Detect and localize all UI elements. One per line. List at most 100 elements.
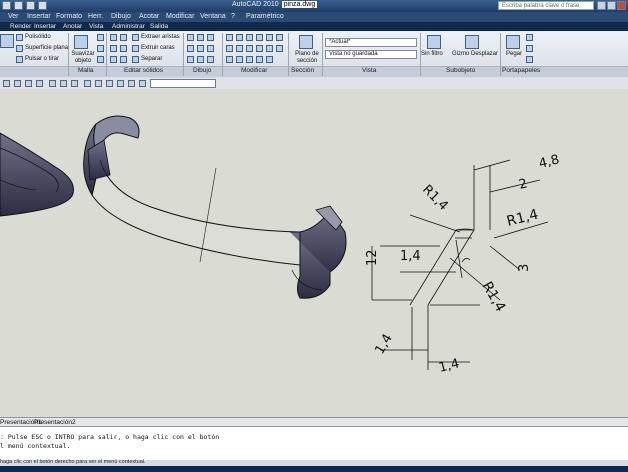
rotate-icon[interactable]	[246, 34, 253, 41]
layer-match-icon[interactable]	[128, 80, 135, 87]
extrude-faces-icon[interactable]	[132, 45, 139, 52]
polysolid-icon[interactable]	[16, 34, 23, 41]
presspull-button[interactable]: Pulsar o tirar	[25, 56, 59, 62]
layer-isolate-icon[interactable]	[36, 80, 43, 87]
layer-walk-icon[interactable]	[139, 80, 146, 87]
layer-previous-icon[interactable]	[25, 80, 32, 87]
3d-rotate-icon[interactable]	[236, 56, 243, 63]
extract-edges-button[interactable]: Extraer aristas	[141, 34, 180, 40]
spline-icon[interactable]	[197, 45, 204, 52]
app-menu-icon[interactable]	[2, 1, 11, 10]
hatch-icon[interactable]	[207, 56, 214, 63]
explode-icon[interactable]	[276, 45, 283, 52]
line-icon[interactable]	[187, 34, 194, 41]
tab-anotar[interactable]: Anotar	[63, 23, 82, 30]
search-input[interactable]: Escriba palabra clave o frase	[498, 1, 594, 10]
filter-icon[interactable]	[427, 35, 441, 49]
menu-herr[interactable]: Herr.	[88, 13, 103, 20]
stretch-icon[interactable]	[256, 45, 263, 52]
extrude-faces-button[interactable]: Extruir caras	[141, 45, 175, 51]
layer-freeze-icon[interactable]	[95, 80, 102, 87]
mesh-refine-icon[interactable]	[97, 45, 104, 52]
match-properties-icon[interactable]	[526, 56, 533, 63]
rectangle-icon[interactable]	[197, 56, 204, 63]
box-solid-icon[interactable]	[0, 34, 14, 48]
array-icon[interactable]	[226, 45, 233, 52]
extract-edges-icon[interactable]	[132, 34, 139, 41]
separate-icon[interactable]	[132, 56, 139, 63]
menu-ver[interactable]: Ver	[8, 13, 19, 20]
arc-icon[interactable]	[207, 34, 214, 41]
close-icon[interactable]	[617, 1, 626, 10]
cut-icon[interactable]	[526, 34, 533, 41]
polygon-icon[interactable]	[187, 56, 194, 63]
tab-insertar[interactable]: Insertar	[34, 23, 56, 30]
visual-style-combo[interactable]: *Actual*	[325, 38, 417, 47]
tab-administrar[interactable]: Administrar	[112, 23, 145, 30]
menu-acotar[interactable]: Acotar	[139, 13, 159, 20]
paste-button[interactable]: Pegar	[506, 51, 522, 57]
tab-vista[interactable]: Vista	[89, 23, 103, 30]
thicken-icon[interactable]	[120, 56, 127, 63]
tab-presentacion2[interactable]: Presentación2	[34, 419, 76, 426]
slice-icon[interactable]	[120, 45, 127, 52]
layer-on-icon[interactable]	[84, 80, 91, 87]
drawing-viewport[interactable]: 4,8 2 R1,4 R1,4 1,4 12 3 R1,4 1,4 1,4	[0, 89, 628, 417]
tab-salida[interactable]: Salida	[150, 23, 168, 30]
redo-icon[interactable]	[38, 1, 47, 10]
smooth-object-button[interactable]: Suavizar objeto	[70, 51, 96, 65]
layer-color-icon[interactable]	[117, 80, 124, 87]
layer-properties-icon[interactable]	[3, 80, 10, 87]
gizmo-move-button[interactable]: Gizmo Desplazar	[452, 51, 498, 57]
smooth-object-icon[interactable]	[74, 35, 88, 49]
menu-ventana[interactable]: Ventana	[200, 13, 226, 20]
polysolid-button[interactable]: Polisólido	[25, 34, 51, 40]
copy-clip-icon[interactable]	[526, 45, 533, 52]
planar-surface-icon[interactable]	[16, 45, 23, 52]
polyline-icon[interactable]	[197, 34, 204, 41]
menu-parametrico[interactable]: Paramétrico	[246, 13, 284, 20]
zoom-realtime-icon[interactable]	[49, 80, 56, 87]
3d-array-icon[interactable]	[256, 56, 263, 63]
intersect-icon[interactable]	[110, 45, 117, 52]
mesh-box-icon[interactable]	[97, 34, 104, 41]
3d-align-icon[interactable]	[246, 56, 253, 63]
separate-button[interactable]: Separar	[141, 56, 162, 62]
maximize-icon[interactable]	[607, 1, 616, 10]
layer-combo[interactable]	[150, 79, 216, 88]
layer-lock-icon[interactable]	[106, 80, 113, 87]
subtract-icon[interactable]	[120, 34, 127, 41]
interfere-icon[interactable]	[110, 56, 117, 63]
planar-surface-button[interactable]: Superficie plana	[25, 45, 68, 51]
menu-help[interactable]: ?	[231, 13, 235, 20]
scale-icon[interactable]	[246, 45, 253, 52]
mesh-crease-icon[interactable]	[97, 56, 104, 63]
erase-icon[interactable]	[266, 56, 273, 63]
menu-modificar[interactable]: Modificar	[166, 13, 194, 20]
layer-state-icon[interactable]	[14, 80, 21, 87]
3d-move-icon[interactable]	[226, 56, 233, 63]
align-icon[interactable]	[266, 45, 273, 52]
union-icon[interactable]	[110, 34, 117, 41]
minimize-icon[interactable]	[597, 1, 606, 10]
named-view-combo[interactable]: Vista no guardada	[325, 50, 417, 59]
section-plane-button[interactable]: Plano de sección	[292, 51, 322, 65]
no-filter-button[interactable]: Sin filtro	[421, 51, 443, 57]
trim-icon[interactable]	[276, 34, 283, 41]
move-icon[interactable]	[226, 34, 233, 41]
menu-dibujo[interactable]: Dibujo	[111, 13, 131, 20]
menu-formato[interactable]: Formato	[56, 13, 82, 20]
mirror-icon[interactable]	[256, 34, 263, 41]
save-icon[interactable]	[14, 1, 23, 10]
zoom-previous-icon[interactable]	[71, 80, 78, 87]
presspull-icon[interactable]	[16, 56, 23, 63]
gizmo-icon[interactable]	[465, 35, 479, 49]
undo-icon[interactable]	[26, 1, 35, 10]
fillet-icon[interactable]	[266, 34, 273, 41]
menu-insertar[interactable]: Insertar	[27, 13, 51, 20]
paste-icon[interactable]	[506, 35, 520, 49]
ellipse-icon[interactable]	[207, 45, 214, 52]
offset-icon[interactable]	[236, 45, 243, 52]
section-plane-icon[interactable]	[299, 35, 313, 49]
copy-icon[interactable]	[236, 34, 243, 41]
